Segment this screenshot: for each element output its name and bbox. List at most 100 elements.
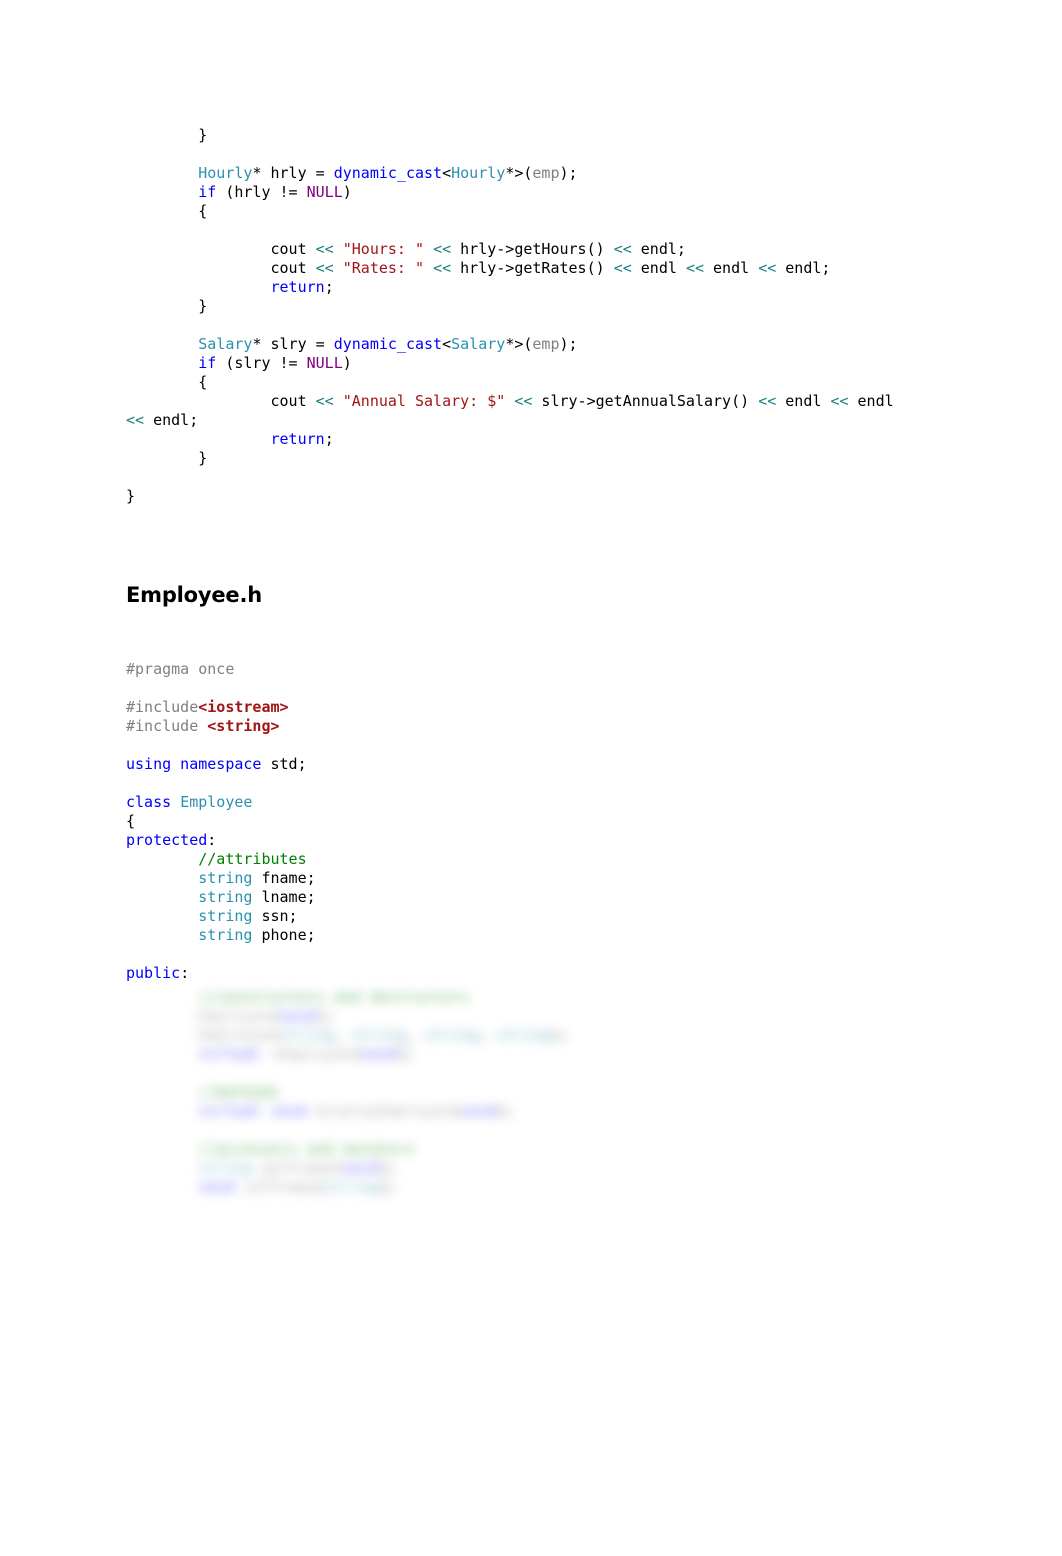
code-token: using namespace (126, 755, 262, 773)
document-page: } Hourly* hrly = dynamic_cast<Hourly*>(e… (0, 0, 1062, 1556)
code-line: { (126, 373, 894, 392)
code-token: return (270, 430, 325, 448)
code-token: << (613, 240, 632, 258)
code-token: emp (532, 335, 560, 353)
code-line: cout << "Annual Salary: $" << slry->getA… (126, 392, 894, 411)
code-line: //attributes (126, 850, 316, 869)
code-token: : (180, 964, 190, 982)
code-token: dynamic_cast (333, 335, 443, 353)
code-token: if (198, 354, 217, 372)
code-token: << (315, 392, 334, 410)
code-token: ( (315, 1178, 325, 1196)
code-token: } (126, 297, 208, 315)
code-token: std; (261, 755, 307, 773)
code-token: emp (532, 164, 560, 182)
code-line: return; (126, 278, 894, 297)
code-token: lname; (252, 888, 316, 906)
code-token: cout (126, 259, 316, 277)
code-token: << (433, 259, 452, 277)
code-token: } (126, 126, 208, 144)
code-token: NULL (306, 354, 343, 372)
code-line-blurred: Employee(void); (126, 1007, 569, 1026)
code-token: << (830, 392, 849, 410)
code-token: void (198, 1178, 235, 1196)
code-token: ); (559, 164, 578, 182)
code-token: { (126, 202, 208, 220)
code-token: { (126, 812, 136, 830)
code-token: << (315, 259, 334, 277)
code-line: cout << "Rates: " << hrly->getRates() <<… (126, 259, 894, 278)
code-line: #include <string> (126, 717, 316, 736)
code-token: ); (559, 335, 578, 353)
code-token: cout (126, 392, 316, 410)
code-token: } (126, 449, 208, 467)
code-line: #include<iostream> (126, 698, 316, 717)
code-token: return (270, 278, 325, 296)
code-token: fname; (252, 869, 316, 887)
code-line: << endl; (126, 411, 894, 430)
code-line: Hourly* hrly = dynamic_cast<Hourly*>(emp… (126, 164, 894, 183)
code-token: string (351, 1026, 406, 1044)
code-line: string phone; (126, 926, 316, 945)
code-token: Employee (198, 1026, 271, 1044)
code-token: string (279, 1026, 334, 1044)
code-token: phone; (252, 926, 316, 944)
code-token: ); (378, 1159, 397, 1177)
code-token: (hrly != (216, 183, 307, 201)
code-token: "Hours: " (342, 240, 425, 258)
code-token: ) (342, 354, 352, 372)
code-token: endl; (631, 240, 686, 258)
code-token: endl (848, 392, 894, 410)
code-token: public (126, 964, 181, 982)
code-token: << (613, 259, 632, 277)
code-line: string lname; (126, 888, 316, 907)
code-token: { (126, 373, 208, 391)
code-token: slry->getAnnualSalary() (532, 392, 759, 410)
code-token: , (478, 1026, 497, 1044)
code-token: string (496, 1026, 551, 1044)
code-token: string (424, 1026, 479, 1044)
page-section-heading: Employee.h (126, 583, 262, 607)
code-token: string (198, 888, 253, 906)
code-token: getFname (261, 1159, 334, 1177)
code-token: Employee (180, 793, 253, 811)
code-token: Hourly (198, 164, 253, 182)
code-line: return; (126, 430, 894, 449)
code-token: void (460, 1102, 497, 1120)
code-line-blurred: void setFname(string); (126, 1178, 569, 1197)
code-token: << (315, 240, 334, 258)
code-line: { (126, 812, 316, 831)
code-token: endl (776, 392, 831, 410)
code-line: string ssn; (126, 907, 316, 926)
code-token: ~ (261, 1045, 280, 1063)
code-token: #pragma once (126, 660, 235, 678)
code-token: endl (631, 259, 686, 277)
code-token: hrly->getRates() (451, 259, 614, 277)
code-token: hrly->getHours() (451, 240, 614, 258)
code-token: #include (126, 698, 199, 716)
code-token: "Rates: " (342, 259, 425, 277)
code-line-blurred: virtual ~Employee(void); (126, 1045, 569, 1064)
code-token: << (514, 392, 533, 410)
code-token: string (198, 926, 253, 944)
